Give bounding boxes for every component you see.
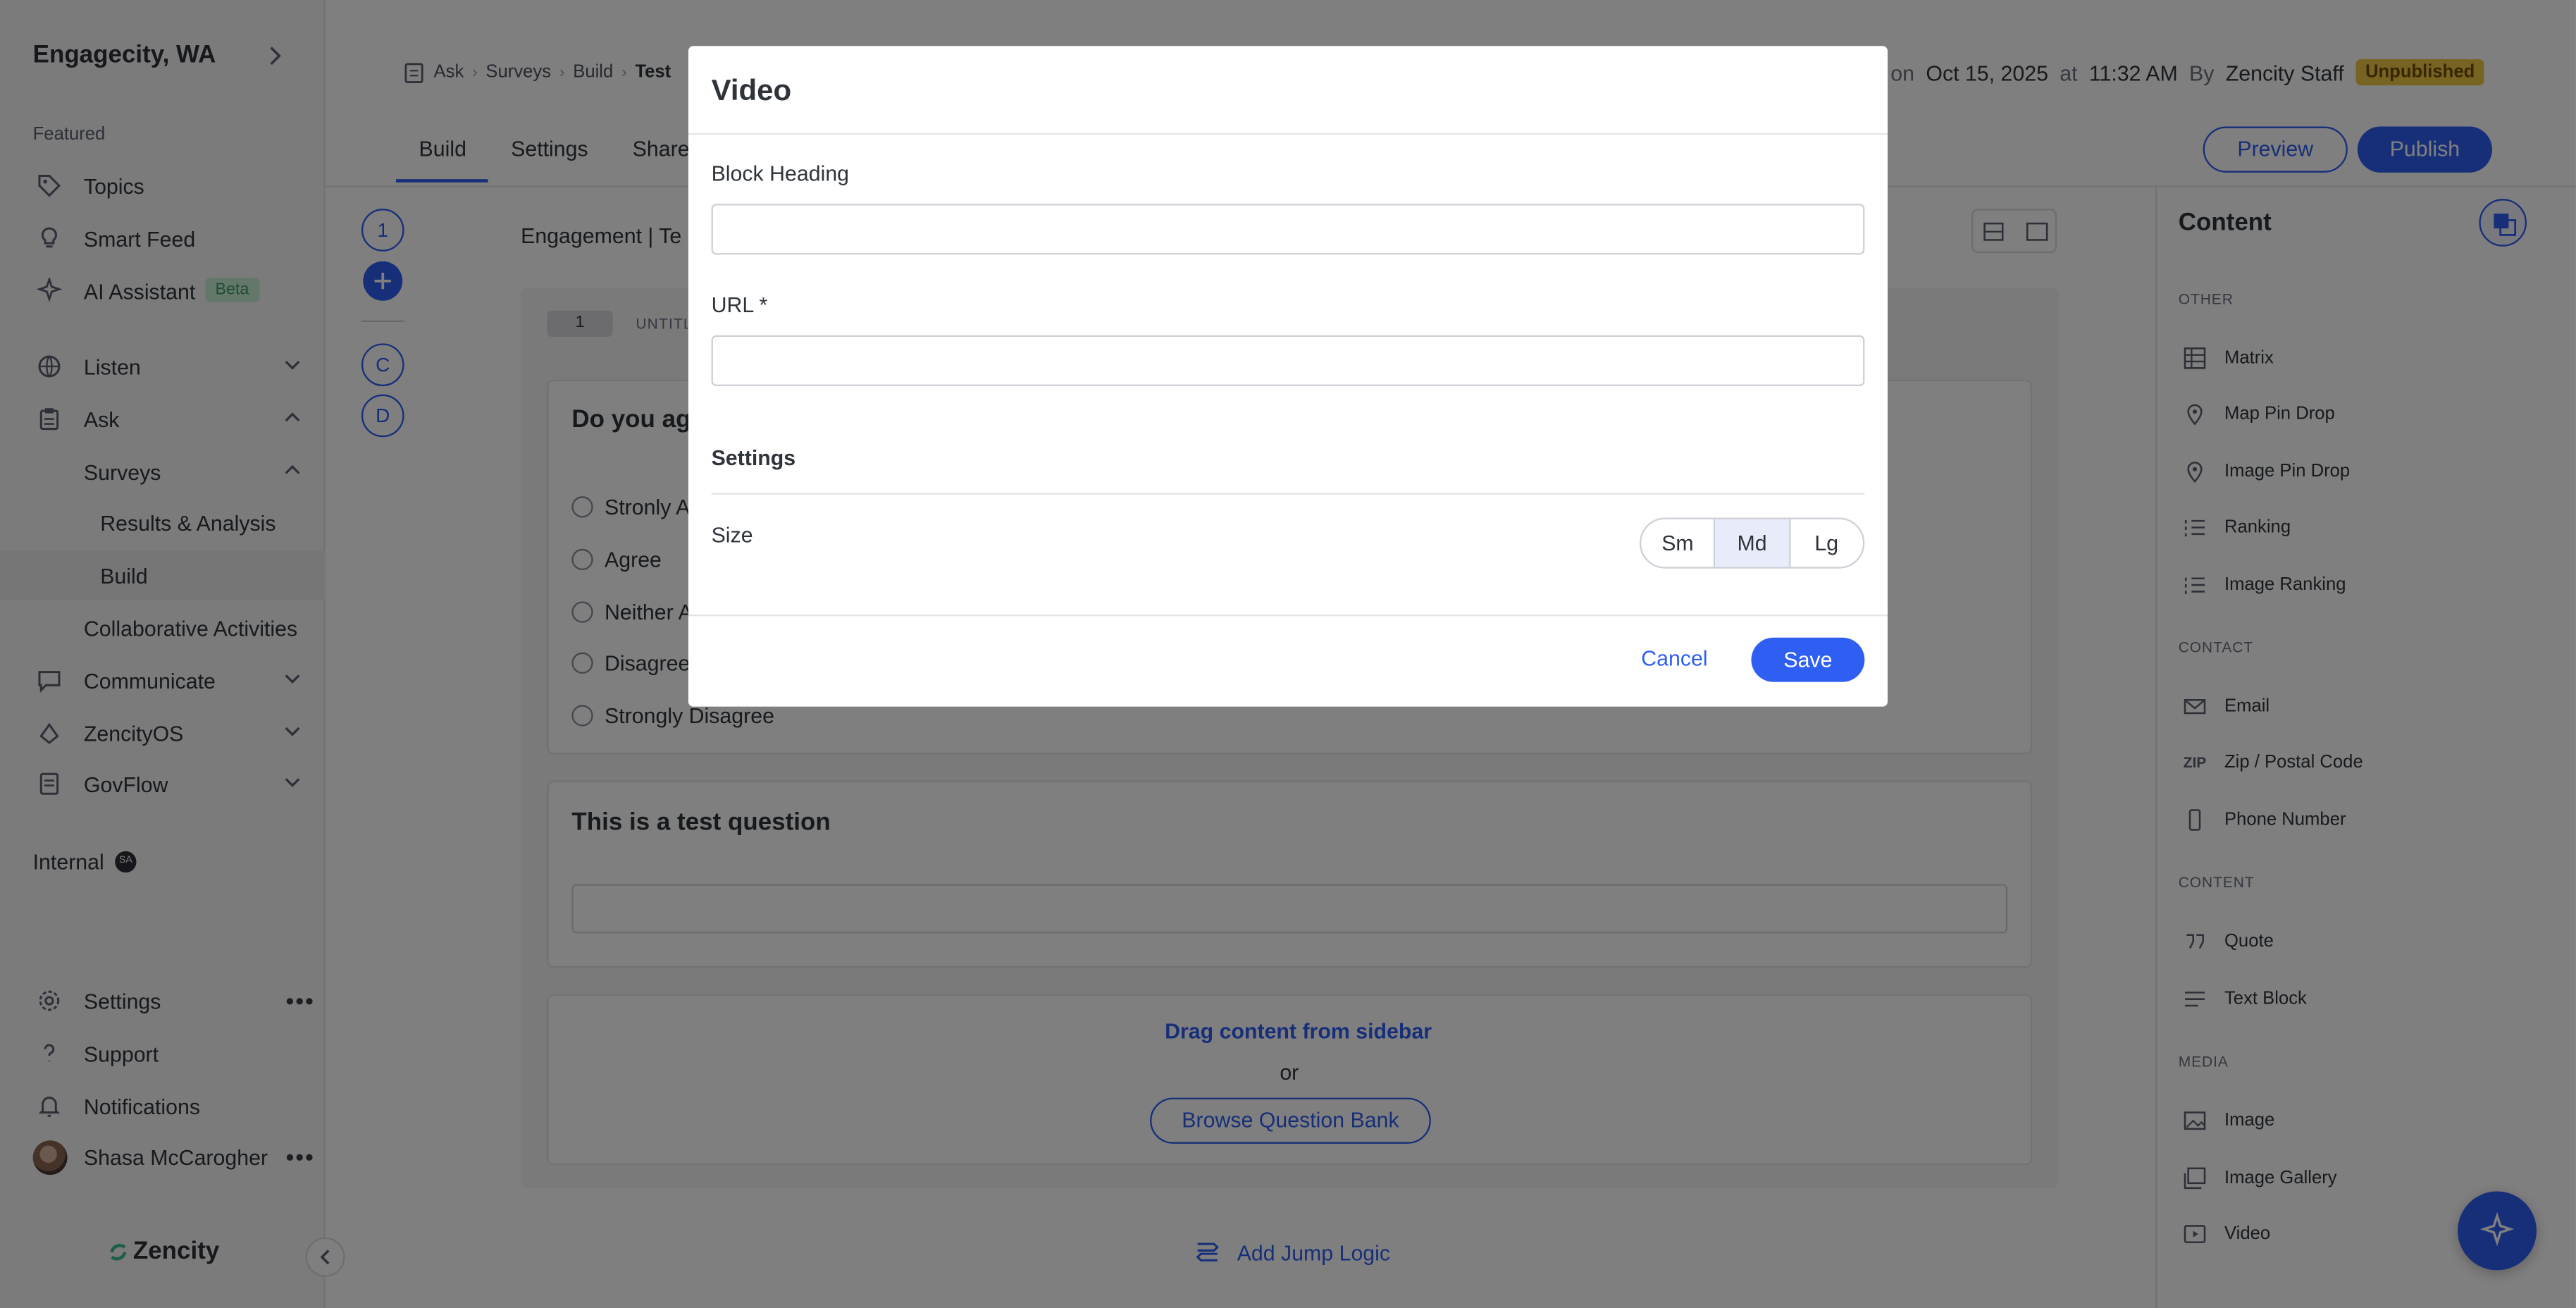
size-md-option[interactable]: Md <box>1715 519 1790 567</box>
url-input[interactable] <box>711 335 1865 386</box>
block-heading-label: Block Heading <box>711 161 850 186</box>
settings-divider <box>711 493 1865 495</box>
size-lg-option[interactable]: Lg <box>1790 519 1863 567</box>
size-label: Size <box>711 522 753 548</box>
cancel-button[interactable]: Cancel <box>1641 646 1707 670</box>
size-selector: Sm Md Lg <box>1639 517 1865 569</box>
video-modal: Video Block Heading URL * Settings Size … <box>688 46 1888 707</box>
modal-title: Video <box>711 73 792 107</box>
modal-divider <box>688 132 1888 135</box>
settings-heading: Settings <box>711 445 796 470</box>
save-button[interactable]: Save <box>1751 637 1865 682</box>
size-sm-option[interactable]: Sm <box>1641 519 1716 567</box>
modal-divider <box>688 615 1888 617</box>
block-heading-input[interactable] <box>711 204 1865 255</box>
url-label: URL * <box>711 292 768 318</box>
